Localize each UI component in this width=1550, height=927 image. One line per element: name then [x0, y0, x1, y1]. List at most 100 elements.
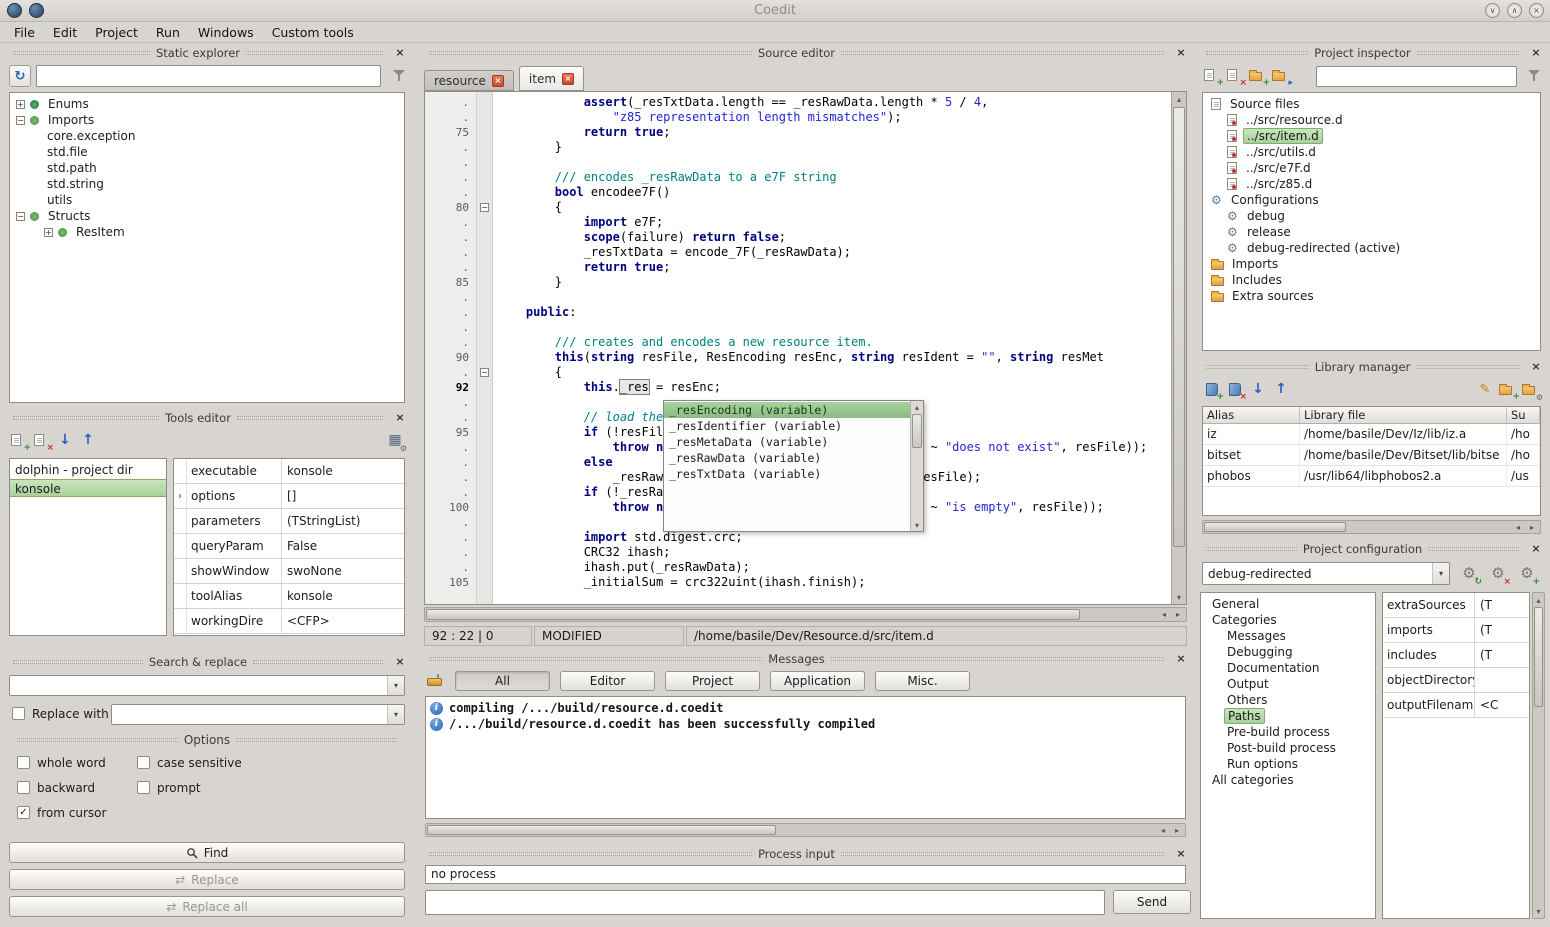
library-row[interactable]: phobos/usr/lib64/libphobos2.a/us — [1203, 466, 1540, 487]
scroll-right-button[interactable]: ▸ — [1170, 824, 1184, 836]
property-value[interactable] — [1475, 668, 1529, 692]
symbol-tree[interactable]: +Enums−Importscore.exceptionstd.filestd.… — [9, 92, 405, 403]
expander-icon[interactable]: + — [16, 100, 25, 109]
close-window-button[interactable]: × — [1529, 3, 1544, 18]
scroll-down-button[interactable]: ▾ — [1533, 904, 1544, 918]
scroll-down-button[interactable]: ▾ — [1172, 590, 1186, 604]
tree-item[interactable]: Source files — [1203, 96, 1540, 112]
option-backward[interactable]: backward — [17, 780, 137, 795]
find-button[interactable]: Find — [9, 842, 405, 863]
fold-marker-icon[interactable]: − — [480, 368, 489, 377]
menu-item-edit[interactable]: Edit — [45, 23, 85, 42]
property-value[interactable]: konsole — [282, 584, 404, 608]
close-tab-icon[interactable]: × — [562, 73, 574, 85]
scroll-left-button[interactable]: ◂ — [1511, 521, 1525, 533]
tab-item[interactable]: item× — [519, 66, 584, 91]
property-value[interactable]: (TStringList) — [282, 509, 404, 533]
scrollbar-thumb[interactable] — [427, 825, 776, 835]
menu-item-run[interactable]: Run — [148, 23, 188, 42]
move-library-down-button[interactable]: ↓ — [1248, 379, 1268, 399]
filter-icon[interactable] — [392, 69, 406, 82]
configuration-combo[interactable]: debug-redirected ▾ — [1202, 562, 1450, 585]
property-value[interactable]: (T — [1475, 618, 1529, 642]
tab-resource[interactable]: resource× — [424, 70, 514, 91]
menu-item-windows[interactable]: Windows — [190, 23, 262, 42]
replace-button[interactable]: ⇄ Replace — [9, 869, 405, 890]
maximize-button[interactable]: ∧ — [1507, 3, 1522, 18]
tree-item[interactable]: Messages — [1201, 628, 1375, 644]
library-row[interactable]: iz/home/basile/Dev/Iz/lib/iz.a/ho — [1203, 424, 1540, 445]
add-configuration-button[interactable]: ⚙+ — [1516, 562, 1538, 584]
add-folder-button[interactable]: + — [1248, 65, 1268, 85]
sync-configuration-button[interactable]: ⚙↻ — [1458, 562, 1480, 584]
add-tool-button[interactable]: + — [9, 430, 29, 450]
tree-item[interactable]: ../src/resource.d — [1203, 112, 1540, 128]
column-header[interactable]: Su — [1507, 407, 1540, 423]
property-value[interactable]: (T — [1475, 643, 1529, 667]
expand-arrow-icon[interactable]: › — [174, 484, 187, 508]
property-value[interactable]: (T — [1475, 593, 1529, 617]
menu-item-project[interactable]: Project — [87, 23, 146, 42]
message-row[interactable]: i/.../build/resource.d.coedit has been s… — [426, 716, 1185, 732]
tree-item[interactable]: std.path — [10, 160, 404, 176]
tree-item[interactable]: Others — [1201, 692, 1375, 708]
tree-item[interactable]: std.file — [10, 144, 404, 160]
property-value[interactable]: swoNone — [282, 559, 404, 583]
edit-library-button[interactable]: ✎ — [1475, 379, 1495, 399]
scroll-up-button[interactable]: ▴ — [1533, 593, 1544, 607]
checkbox[interactable]: ✓ — [17, 806, 30, 819]
tree-item[interactable]: ../src/z85.d — [1203, 176, 1540, 192]
send-button[interactable]: Send — [1113, 890, 1191, 914]
remove-source-button[interactable]: × — [1225, 65, 1245, 85]
remove-library-button[interactable]: × — [1225, 379, 1245, 399]
configuration-categories-tree[interactable]: GeneralCategoriesMessagesDebuggingDocume… — [1200, 592, 1376, 919]
option-from-cursor[interactable]: ✓from cursor — [17, 805, 137, 820]
combo-arrow-icon[interactable]: ▾ — [387, 676, 404, 695]
messages-horizontal-scrollbar[interactable]: ◂ ▸ — [425, 823, 1186, 837]
clear-messages-icon[interactable] — [427, 678, 442, 686]
completion-item[interactable]: _resIdentifier (variable) — [664, 418, 910, 434]
tool-window-button[interactable]: ▦⚙ — [385, 430, 405, 450]
tree-item[interactable]: −Structs — [10, 208, 404, 224]
tree-item[interactable]: ⚙release — [1203, 224, 1540, 240]
property-value[interactable]: <C — [1475, 693, 1529, 717]
tool-item[interactable]: dolphin - project dir — [10, 461, 166, 479]
option-case-sensitive[interactable]: case sensitive — [137, 755, 397, 770]
close-panel-icon[interactable]: × — [393, 655, 407, 669]
checkbox[interactable] — [137, 756, 150, 769]
remove-tool-button[interactable]: × — [32, 430, 52, 450]
filter-button-application[interactable]: Application — [770, 671, 865, 691]
tree-item[interactable]: Pre-build process — [1201, 724, 1375, 740]
popup-scrollbar[interactable]: ▴ ▾ — [910, 401, 923, 531]
scroll-down-button[interactable]: ▾ — [911, 519, 923, 531]
completion-item[interactable]: _resRawData (variable) — [664, 450, 910, 466]
tree-item[interactable]: Documentation — [1201, 660, 1375, 676]
completion-item[interactable]: _resMetaData (variable) — [664, 434, 910, 450]
scroll-up-button[interactable]: ▴ — [911, 401, 923, 413]
add-library-button[interactable]: + — [1202, 379, 1222, 399]
filter-button-all[interactable]: All — [455, 671, 550, 691]
tree-item[interactable]: Categories — [1201, 612, 1375, 628]
project-tree[interactable]: Source files../src/resource.d../src/item… — [1202, 92, 1541, 351]
move-tool-down-button[interactable]: ↓ — [55, 430, 75, 450]
expander-icon[interactable]: + — [44, 228, 53, 237]
property-value[interactable]: <CFP> — [282, 609, 404, 633]
scroll-left-button[interactable]: ◂ — [1157, 608, 1171, 621]
tools-list[interactable]: dolphin - project dirkonsole — [9, 458, 167, 636]
close-panel-icon[interactable]: × — [1529, 360, 1543, 374]
tree-item[interactable]: −Imports — [10, 112, 404, 128]
symbol-search-input[interactable] — [36, 65, 381, 87]
scroll-right-button[interactable]: ▸ — [1525, 521, 1539, 533]
replace-with-option[interactable]: Replace with — [12, 706, 109, 721]
tree-item[interactable]: Paths — [1201, 708, 1375, 724]
checkbox[interactable] — [137, 781, 150, 794]
tree-item[interactable]: Post-build process — [1201, 740, 1375, 756]
fold-marker-icon[interactable]: − — [480, 203, 489, 212]
library-row[interactable]: bitset/home/basile/Dev/Bitset/lib/bitse/… — [1203, 445, 1540, 466]
filter-button-misc[interactable]: Misc. — [875, 671, 970, 691]
scrollbar-thumb[interactable] — [1204, 522, 1346, 532]
configuration-vertical-scrollbar[interactable]: ▴ ▾ — [1532, 592, 1545, 919]
scroll-right-button[interactable]: ▸ — [1171, 608, 1185, 621]
expander-icon[interactable]: − — [16, 212, 25, 221]
replace-with-checkbox[interactable] — [12, 707, 25, 720]
